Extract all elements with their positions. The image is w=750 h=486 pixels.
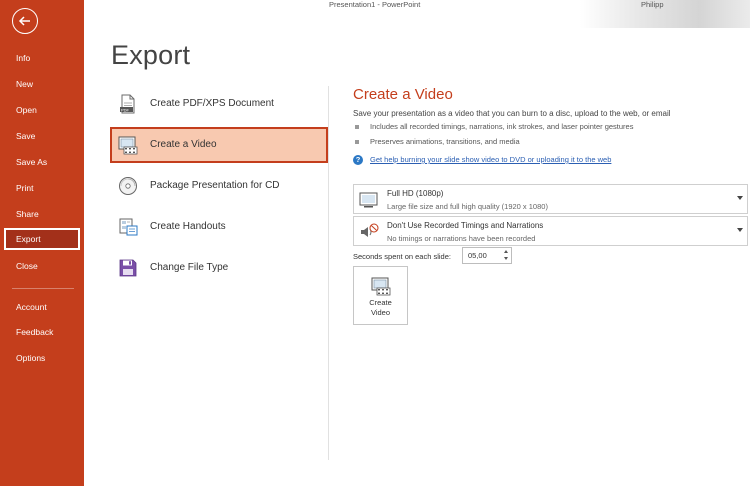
detail-description: Save your presentation as a video that y… — [353, 109, 671, 118]
seconds-input[interactable] — [463, 248, 501, 263]
dropdown-arrow-icon — [737, 196, 743, 200]
option-label: Create a Video — [150, 139, 217, 150]
backstage-sidebar: Info New Open Save Save As Print Share E… — [0, 0, 84, 486]
spin-down-icon[interactable] — [501, 255, 511, 262]
nav-print[interactable]: Print — [4, 177, 80, 199]
display-resolution-icon — [359, 192, 378, 208]
option-create-pdf-xps[interactable]: PDF Create PDF/XPS Document — [110, 86, 328, 122]
sidebar-divider — [12, 288, 74, 289]
option-package-for-cd[interactable]: Package Presentation for CD — [110, 168, 328, 204]
page-title: Export — [111, 40, 191, 70]
back-arrow-icon — [18, 16, 30, 26]
seconds-label: Seconds spent on each slide: — [353, 252, 451, 261]
pane-divider — [328, 86, 329, 460]
detail-title: Create a Video — [353, 86, 453, 103]
no-narration-icon — [361, 223, 379, 237]
video-icon — [118, 136, 138, 155]
nav-close[interactable]: Close — [4, 255, 80, 277]
nav-export[interactable]: Export — [4, 228, 80, 250]
pdf-document-icon: PDF — [120, 94, 135, 114]
create-video-label: Create Video — [369, 298, 392, 317]
timings-subtitle: No timings or narrations have been recor… — [387, 234, 536, 243]
quality-subtitle: Large file size and full high quality (1… — [387, 202, 548, 211]
video-icon — [371, 277, 391, 296]
option-change-file-type[interactable]: Change File Type — [110, 250, 328, 286]
nav-account[interactable]: Account — [4, 296, 80, 318]
spin-up-icon[interactable] — [501, 248, 511, 255]
help-icon: ? — [353, 155, 363, 165]
option-create-handouts[interactable]: Create Handouts — [110, 209, 328, 245]
option-label: Package Presentation for CD — [150, 180, 280, 191]
cd-icon — [119, 177, 137, 195]
option-create-video[interactable]: Create a Video — [110, 127, 328, 163]
back-button[interactable] — [12, 8, 38, 34]
user-name[interactable]: Philipp — [641, 0, 664, 9]
option-label: Change File Type — [150, 262, 229, 273]
bullet-text: Preserves animations, transitions, and m… — [370, 137, 520, 146]
nav-share[interactable]: Share — [4, 203, 80, 225]
help-link[interactable]: Get help burning your slide show video t… — [370, 155, 611, 164]
save-file-icon — [119, 259, 137, 277]
handouts-icon — [119, 218, 138, 236]
create-video-button[interactable]: Create Video — [353, 266, 408, 325]
nav-new[interactable]: New — [4, 73, 80, 95]
quality-dropdown[interactable]: Full HD (1080p) Large file size and full… — [353, 184, 748, 214]
nav-save-as[interactable]: Save As — [4, 151, 80, 173]
option-label: Create PDF/XPS Document — [150, 98, 274, 109]
nav-info[interactable]: Info — [4, 47, 80, 69]
seconds-stepper[interactable] — [462, 247, 512, 264]
nav-feedback[interactable]: Feedback — [4, 321, 80, 343]
dropdown-arrow-icon — [737, 228, 743, 232]
option-label: Create Handouts — [150, 221, 226, 232]
nav-save[interactable]: Save — [4, 125, 80, 147]
title-bar-decoration — [580, 0, 750, 28]
nav-options[interactable]: Options — [4, 347, 80, 369]
svg-text:PDF: PDF — [121, 107, 130, 112]
nav-open[interactable]: Open — [4, 99, 80, 121]
quality-title: Full HD (1080p) — [387, 189, 444, 198]
timings-title: Don't Use Recorded Timings and Narration… — [387, 221, 544, 230]
window-title: Presentation1 - PowerPoint — [329, 0, 421, 9]
timings-dropdown[interactable]: Don't Use Recorded Timings and Narration… — [353, 216, 748, 246]
bullet-text: Includes all recorded timings, narration… — [370, 122, 634, 131]
